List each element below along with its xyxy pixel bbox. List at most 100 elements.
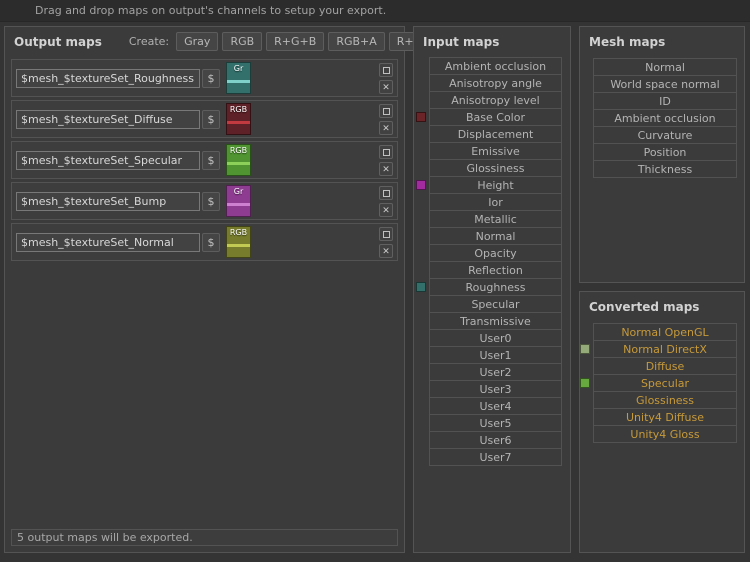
remove-channel-button[interactable]: ✕ (379, 80, 393, 94)
converted-map-unity4-gloss[interactable]: Unity4 Gloss (593, 425, 737, 443)
output-channel-swatch[interactable]: RGB (226, 226, 251, 258)
expand-channel-button[interactable] (379, 63, 393, 77)
mesh-map-curvature[interactable]: Curvature (593, 126, 737, 144)
create-r-g-b-button[interactable]: R+G+B (266, 32, 324, 51)
square-icon (383, 190, 390, 197)
expand-channel-button[interactable] (379, 104, 393, 118)
input-map-base-color[interactable]: Base Color (429, 108, 562, 126)
close-icon: ✕ (382, 247, 390, 256)
filename-pattern-button[interactable]: $ (202, 69, 220, 88)
close-icon: ✕ (382, 165, 390, 174)
mesh-map-position[interactable]: Position (593, 143, 737, 161)
create-gray-button[interactable]: Gray (176, 32, 218, 51)
mesh-map-ambient-occlusion[interactable]: Ambient occlusion (593, 109, 737, 127)
output-rows: $ Gr ✕ $ RGB ✕ (5, 57, 404, 261)
item-label: Anisotropy angle (449, 77, 542, 90)
input-map-ior[interactable]: Ior (429, 193, 562, 211)
filename-pattern-button[interactable]: $ (202, 151, 220, 170)
item-label: Unity4 Gloss (630, 428, 699, 441)
input-map-user2[interactable]: User2 (429, 363, 562, 381)
input-map-user4[interactable]: User4 (429, 397, 562, 415)
input-map-emissive[interactable]: Emissive (429, 142, 562, 160)
input-map-anisotropy-level[interactable]: Anisotropy level (429, 91, 562, 109)
swatch-channel-label: RGB (227, 228, 250, 237)
input-map-anisotropy-angle[interactable]: Anisotropy angle (429, 74, 562, 92)
input-map-ambient-occlusion[interactable]: Ambient occlusion (429, 57, 562, 75)
mesh-map-world-space-normal[interactable]: World space normal (593, 75, 737, 93)
input-map-user5[interactable]: User5 (429, 414, 562, 432)
input-map-user3[interactable]: User3 (429, 380, 562, 398)
input-map-opacity[interactable]: Opacity (429, 244, 562, 262)
output-channel-swatch[interactable]: Gr (226, 185, 251, 217)
output-map-row: $ Gr ✕ (11, 182, 398, 220)
input-map-user1[interactable]: User1 (429, 346, 562, 364)
filename-pattern-button[interactable]: $ (202, 192, 220, 211)
input-map-user0[interactable]: User0 (429, 329, 562, 347)
output-channel-swatch[interactable]: RGB (226, 144, 251, 176)
converted-map-specular[interactable]: Specular (593, 374, 737, 392)
expand-channel-button[interactable] (379, 186, 393, 200)
item-label: Normal (645, 61, 685, 74)
export-dialog: Drag and drop maps on output's channels … (0, 0, 750, 562)
converted-map-glossiness[interactable]: Glossiness (593, 391, 737, 409)
create-rgb-button[interactable]: RGB (222, 32, 262, 51)
input-maps-title: Input maps (414, 27, 499, 53)
remove-channel-button[interactable]: ✕ (379, 162, 393, 176)
output-map-row: $ RGB ✕ (11, 141, 398, 179)
input-map-height[interactable]: Height (429, 176, 562, 194)
item-label: User0 (479, 332, 511, 345)
input-map-roughness[interactable]: Roughness (429, 278, 562, 296)
output-channel-swatch[interactable]: Gr (226, 62, 251, 94)
row-buttons: ✕ (379, 104, 393, 135)
input-map-reflection[interactable]: Reflection (429, 261, 562, 279)
output-filename-input[interactable] (16, 151, 200, 170)
input-map-glossiness[interactable]: Glossiness (429, 159, 562, 177)
output-filename-input[interactable] (16, 192, 200, 211)
input-map-metallic[interactable]: Metallic (429, 210, 562, 228)
output-filename-input[interactable] (16, 110, 200, 129)
output-filename-input[interactable] (16, 233, 200, 252)
item-label: Specular (641, 377, 689, 390)
item-label: Height (477, 179, 513, 192)
swatch-channel-label: RGB (227, 146, 250, 155)
square-icon (383, 231, 390, 238)
item-label: Glossiness (636, 394, 694, 407)
remove-channel-button[interactable]: ✕ (379, 203, 393, 217)
mesh-map-normal[interactable]: Normal (593, 58, 737, 76)
remove-channel-button[interactable]: ✕ (379, 244, 393, 258)
converted-map-normal-opengl[interactable]: Normal OpenGL (593, 323, 737, 341)
item-label: Normal OpenGL (621, 326, 708, 339)
item-label: Thickness (638, 163, 692, 176)
output-filename-input[interactable] (16, 69, 200, 88)
row-buttons: ✕ (379, 145, 393, 176)
mesh-map-id[interactable]: ID (593, 92, 737, 110)
item-label: World space normal (610, 78, 719, 91)
remove-channel-button[interactable]: ✕ (379, 121, 393, 135)
square-icon (383, 108, 390, 115)
input-map-user7[interactable]: User7 (429, 448, 562, 466)
converted-maps-title: Converted maps (580, 292, 699, 318)
converted-map-list: Normal OpenGLNormal DirectXDiffuse Specul… (593, 323, 737, 443)
item-label: Ior (488, 196, 503, 209)
create-rgb-a-button[interactable]: RGB+A (328, 32, 384, 51)
filename-pattern-button[interactable]: $ (202, 233, 220, 252)
filename-pattern-button[interactable]: $ (202, 110, 220, 129)
swatch-gradient-line (227, 244, 250, 247)
input-map-normal[interactable]: Normal (429, 227, 562, 245)
input-map-user6[interactable]: User6 (429, 431, 562, 449)
input-map-specular[interactable]: Specular (429, 295, 562, 313)
expand-channel-button[interactable] (379, 227, 393, 241)
expand-channel-button[interactable] (379, 145, 393, 159)
swatch-gradient-line (227, 80, 250, 83)
output-channel-swatch[interactable]: RGB (226, 103, 251, 135)
input-maps-panel: Input maps Ambient occlusion Anisotropy a… (413, 26, 571, 553)
output-map-row: $ RGB ✕ (11, 100, 398, 138)
converted-map-unity4-diffuse[interactable]: Unity4 Diffuse (593, 408, 737, 426)
converted-map-diffuse[interactable]: Diffuse (593, 357, 737, 375)
converted-map-normal-directx[interactable]: Normal DirectX (593, 340, 737, 358)
item-label: User2 (479, 366, 511, 379)
mesh-map-thickness[interactable]: Thickness (593, 160, 737, 178)
input-map-displacement[interactable]: Displacement (429, 125, 562, 143)
item-label: Reflection (468, 264, 523, 277)
input-map-transmissive[interactable]: Transmissive (429, 312, 562, 330)
